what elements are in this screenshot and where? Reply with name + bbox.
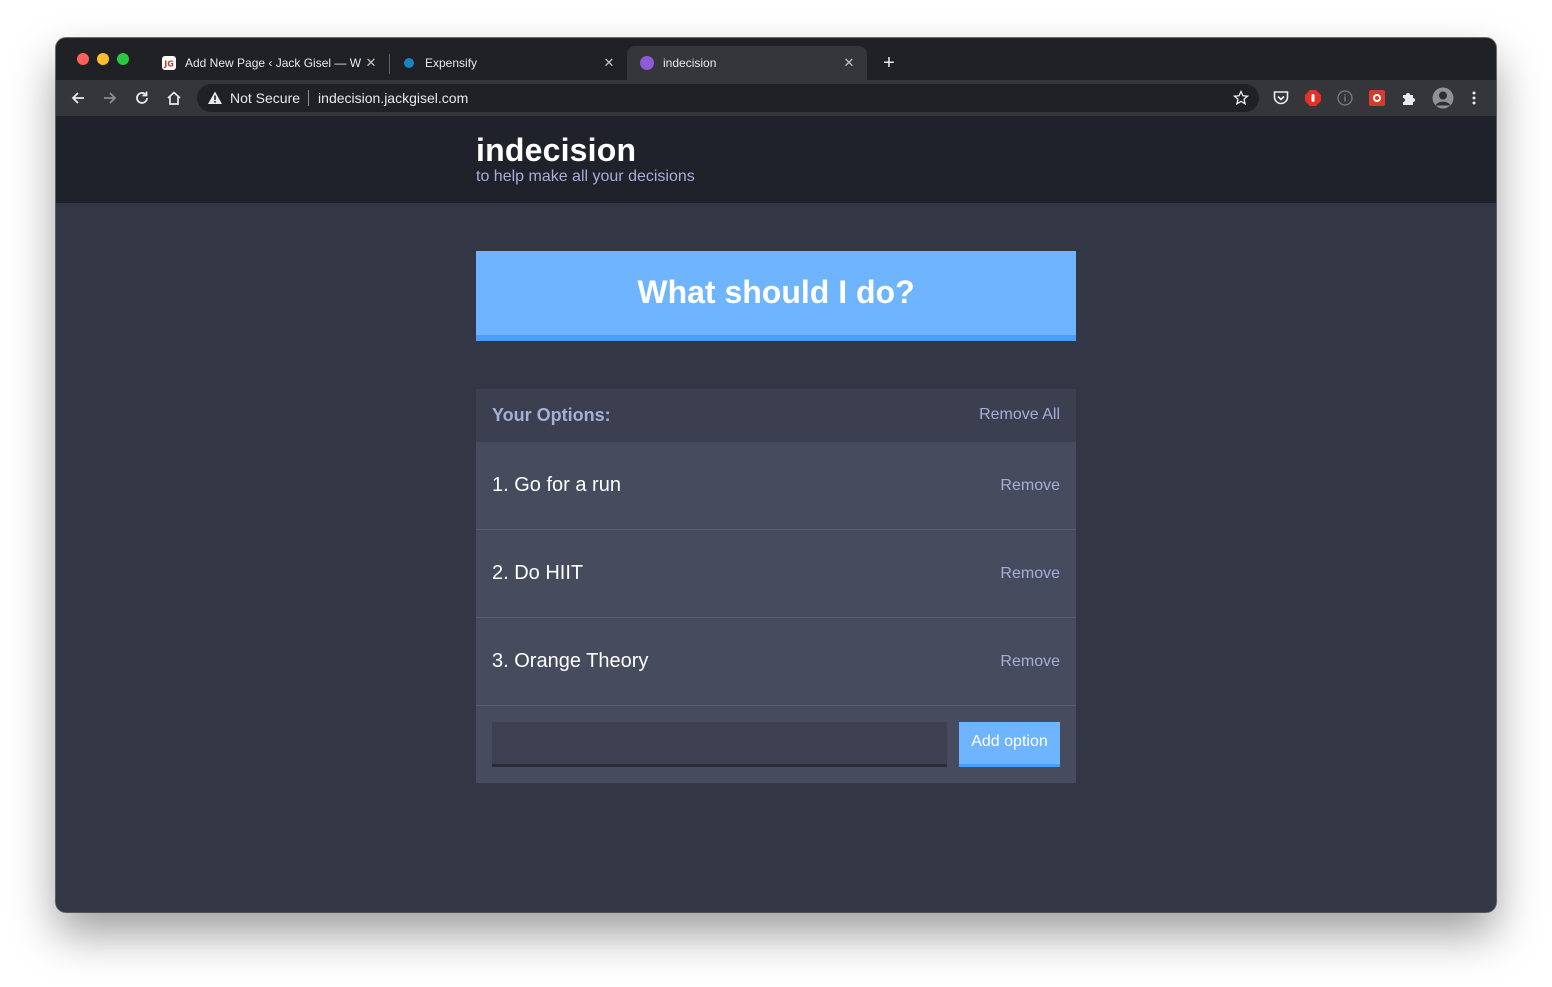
address-bar[interactable]: Not Secure indecision.jackgisel.com (197, 84, 1259, 112)
close-tab-icon[interactable]: ✕ (601, 55, 617, 71)
close-tab-icon[interactable]: ✕ (363, 55, 379, 71)
back-icon[interactable] (66, 86, 90, 110)
window-minimize-button[interactable] (97, 53, 109, 65)
remove-option-button[interactable]: Remove (1000, 565, 1060, 583)
option-input[interactable] (492, 722, 947, 767)
options-heading: Your Options: (492, 405, 611, 425)
app-subtitle: to help make all your decisions (476, 168, 695, 185)
bookmark-star-icon[interactable] (1233, 90, 1249, 106)
tab-expensify[interactable]: Expensify ✕ (389, 46, 627, 80)
adblock-icon[interactable] (1304, 89, 1322, 107)
reload-icon[interactable] (130, 86, 154, 110)
option-text: 3. Orange Theory (492, 650, 649, 672)
home-icon[interactable] (162, 86, 186, 110)
page-content: indecision to help make all your decisio… (56, 116, 1496, 912)
indecision-dot-icon (639, 55, 655, 71)
add-option-button[interactable]: Add option (959, 722, 1060, 767)
option-item: 2. Do HIIT Remove (476, 530, 1076, 618)
tab-title: Expensify (425, 56, 478, 70)
what-should-i-do-button[interactable]: What should I do? (476, 251, 1076, 341)
warning-icon[interactable] (207, 90, 223, 106)
option-text: 2. Do HIIT (492, 562, 584, 584)
option-text: 1. Go for a run (492, 474, 621, 496)
jg-logo-icon: JG (161, 55, 177, 71)
extensions-puzzle-icon[interactable] (1400, 89, 1418, 107)
url-text[interactable]: indecision.jackgisel.com (318, 90, 468, 106)
forward-icon[interactable] (98, 86, 122, 110)
tab-indecision[interactable]: indecision ✕ (627, 46, 867, 80)
new-tab-icon[interactable]: + (878, 52, 900, 74)
browser-window: JG Add New Page ‹ Jack Gisel — W ✕ Expen… (56, 38, 1496, 912)
remove-option-button[interactable]: Remove (1000, 477, 1060, 495)
profile-avatar[interactable] (1432, 87, 1454, 109)
remove-all-button[interactable]: Remove All (979, 406, 1060, 424)
remove-option-button[interactable]: Remove (1000, 653, 1060, 671)
add-option-form: Add option (476, 706, 1076, 783)
app-title: indecision (476, 132, 637, 168)
app-header: indecision to help make all your decisio… (56, 116, 1496, 203)
tab-title: indecision (663, 56, 717, 70)
tab-jack-gisel[interactable]: JG Add New Page ‹ Jack Gisel — W ✕ (149, 46, 389, 80)
option-item: 3. Orange Theory Remove (476, 618, 1076, 706)
browser-toolbar: Not Secure indecision.jackgisel.com (56, 80, 1496, 116)
security-label[interactable]: Not Secure (230, 90, 300, 106)
address-divider (308, 90, 310, 106)
widget-header: Your Options: Remove All (476, 389, 1076, 442)
window-maximize-button[interactable] (117, 53, 129, 65)
tab-strip: JG Add New Page ‹ Jack Gisel — W ✕ Expen… (56, 38, 1496, 80)
pocket-icon[interactable] (1272, 89, 1290, 107)
info-extension-icon[interactable] (1336, 89, 1354, 107)
close-tab-icon[interactable]: ✕ (841, 55, 857, 71)
window-close-button[interactable] (77, 53, 89, 65)
option-item: 1. Go for a run Remove (476, 442, 1076, 530)
browser-menu-icon[interactable] (1465, 89, 1483, 107)
options-widget: Your Options: Remove All 1. Go for a run… (476, 389, 1076, 783)
svg-text:JG: JG (163, 60, 174, 69)
tab-title: Add New Page ‹ Jack Gisel — W (185, 56, 361, 70)
expensify-dot-icon (401, 55, 417, 71)
red-extension-icon[interactable] (1368, 89, 1386, 107)
